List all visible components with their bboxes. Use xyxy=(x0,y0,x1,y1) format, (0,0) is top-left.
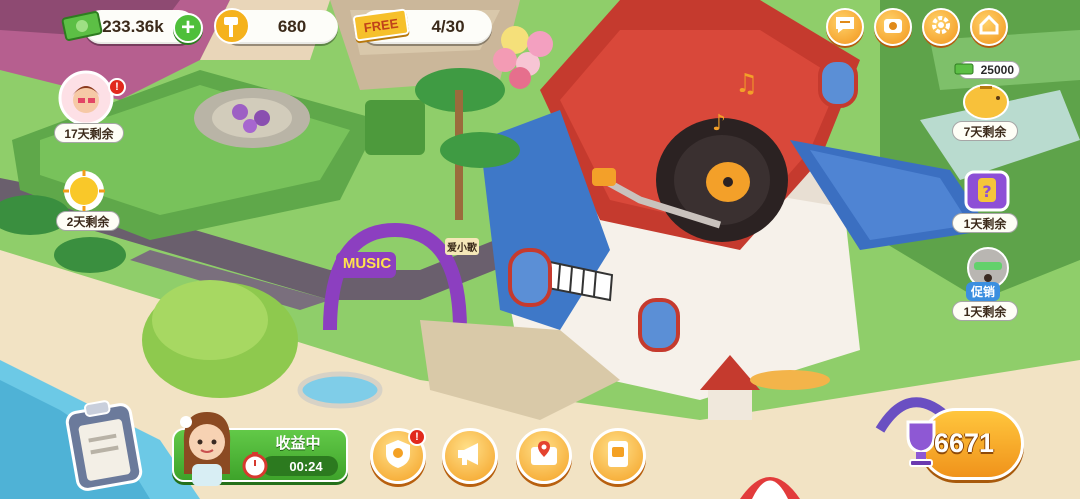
free-ticket-count: 4/30 xyxy=(431,17,465,36)
piggy-bank-button[interactable] xyxy=(958,78,1014,122)
music-arch-sign: MUSIC xyxy=(342,255,392,272)
income-timer: 00:24 xyxy=(262,456,338,476)
hammer-amount: 680 xyxy=(277,17,307,36)
character-event-button[interactable] xyxy=(58,70,114,126)
map-pin-icon xyxy=(528,439,560,474)
mystery-box-icon: ? xyxy=(964,170,1010,212)
camera-icon xyxy=(882,15,904,40)
chat-button[interactable] xyxy=(826,8,864,46)
sun-event-timer: 2天剩余 xyxy=(56,211,120,231)
income-label: 收益中 xyxy=(275,435,321,452)
svg-text:?: ? xyxy=(982,182,991,201)
trophy-score: 6671 xyxy=(934,428,995,458)
camera-button[interactable] xyxy=(874,8,912,46)
announcement-button[interactable] xyxy=(442,428,498,484)
income-timer-value: 00:24 xyxy=(289,458,323,474)
guild-alert: ! xyxy=(408,428,426,446)
character-event-alert: ! xyxy=(108,78,126,96)
home-button[interactable] xyxy=(970,8,1008,46)
piggy-bank-amount-value: 25000 xyxy=(980,63,1014,77)
sun-icon xyxy=(63,170,105,212)
hammer-icon xyxy=(210,6,254,46)
cash-amount: 233.36k xyxy=(102,17,164,36)
cash-icon xyxy=(60,6,104,46)
manager-avatar xyxy=(172,404,242,486)
girl-avatar-icon xyxy=(58,70,114,126)
shield-icon xyxy=(383,438,413,475)
task-clipboard-button[interactable] xyxy=(58,396,150,492)
map-button[interactable] xyxy=(516,428,572,484)
book-icon xyxy=(603,438,633,475)
character-event-timer: 17天剩余 xyxy=(54,123,124,143)
settings-button[interactable] xyxy=(922,8,960,46)
gear-icon xyxy=(930,14,952,41)
add-cash-button[interactable]: + xyxy=(173,13,203,43)
svg-text:♫: ♫ xyxy=(735,69,758,99)
chat-icon xyxy=(834,15,856,40)
free-ticket-icon: FREE xyxy=(352,8,410,42)
clipboard-icon xyxy=(65,400,143,491)
home-icon xyxy=(978,14,1000,41)
sun-event-button[interactable] xyxy=(60,168,108,214)
svg-text:♪: ♪ xyxy=(712,111,726,136)
stopwatch-icon xyxy=(242,451,268,484)
megaphone-icon xyxy=(454,440,486,473)
promo-timer: 1天剩余 xyxy=(952,301,1018,321)
piggy-bank-timer: 7天剩余 xyxy=(952,121,1018,141)
manager-girl-icon xyxy=(180,412,231,486)
mystery-box-timer: 1天剩余 xyxy=(952,213,1018,233)
promo-badge: 促销 xyxy=(966,282,1001,301)
mystery-box-button[interactable]: ? xyxy=(960,166,1014,214)
piggy-bank-icon xyxy=(963,84,1009,120)
album-button[interactable] xyxy=(590,428,646,484)
free-ticket-label: FREE xyxy=(362,15,400,35)
shop-sign: 爱小歌 xyxy=(445,238,479,255)
